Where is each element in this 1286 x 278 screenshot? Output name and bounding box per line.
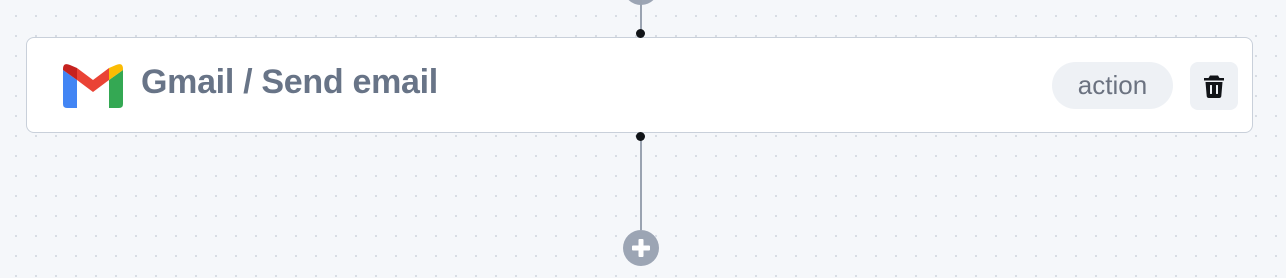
plus-icon <box>632 239 650 257</box>
workflow-node-card[interactable]: Gmail / Send email action <box>26 37 1253 133</box>
node-type-badge: action <box>1052 62 1173 109</box>
connection-handle-top[interactable] <box>636 29 645 38</box>
add-step-button[interactable] <box>623 230 659 266</box>
connector-line-bottom <box>640 135 642 230</box>
connection-handle-bottom[interactable] <box>636 132 645 141</box>
trash-icon <box>1204 75 1224 98</box>
node-title: Gmail / Send email <box>141 63 438 101</box>
gmail-logo-icon <box>63 64 123 108</box>
delete-node-button[interactable] <box>1190 62 1238 110</box>
